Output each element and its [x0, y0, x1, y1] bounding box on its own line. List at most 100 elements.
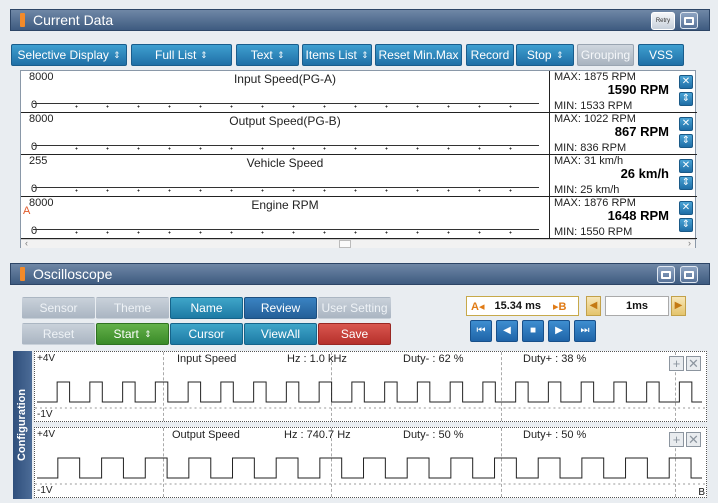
zoom-in-icon[interactable]: + — [669, 356, 684, 371]
scroll-right-icon[interactable]: › — [688, 238, 691, 248]
value-min: MIN: 1550 RPM — [554, 226, 633, 238]
cursor-b-label: ▸B — [552, 300, 567, 313]
osc-button-viewall[interactable]: ViewAll — [244, 323, 317, 345]
osc-button-sensor[interactable]: Sensor — [22, 297, 95, 319]
channel-value-box: MAX: 31 km/h 26 km/h MIN: 25 km/h ✕ ⇕ — [549, 155, 697, 197]
osc-button-label: Save — [340, 327, 369, 341]
osc-button-label: Sensor — [39, 301, 78, 315]
value-current: 1648 RPM — [607, 208, 669, 223]
timescale-decrease-button[interactable]: ◀ — [586, 296, 601, 316]
osc-button-label: User Setting — [321, 301, 388, 315]
value-min: MIN: 836 RPM — [554, 142, 627, 154]
stop-button[interactable]: ■ — [522, 320, 544, 342]
next-frame-button[interactable]: ▶ — [548, 320, 570, 342]
section-marker-icon — [20, 267, 25, 281]
osc-button-user-setting[interactable]: User Setting — [318, 297, 391, 319]
scope-frequency: Hz : 740.7 Hz — [284, 429, 351, 441]
scroll-thumb[interactable] — [339, 240, 351, 248]
oscilloscope-header: Oscilloscope — [10, 263, 710, 285]
zoom-in-icon[interactable]: + — [669, 432, 684, 447]
window-icon — [684, 16, 694, 25]
channel-graph-row[interactable]: 8000 Engine RPM 0 — [21, 197, 549, 239]
split-view-button[interactable] — [657, 266, 675, 283]
last-frame-button[interactable]: ⏭ — [574, 320, 596, 342]
scope-channel[interactable]: +4V -1V Input Speed Hz : 1.0 kHz Duty- : 62 … — [34, 351, 707, 422]
osc-button-reset[interactable]: Reset — [22, 323, 95, 345]
timescale-increase-button[interactable]: ▶ — [671, 296, 686, 316]
osc-button-start[interactable]: Start ⇕ — [96, 323, 169, 345]
cursor-a-label: A◂ — [471, 300, 485, 313]
graph-baseline — [33, 229, 539, 230]
channel-name: Engine RPM — [251, 198, 319, 212]
scope-duty-minus: Duty- : 50 % — [403, 429, 464, 441]
osc-button-theme[interactable]: Theme — [96, 297, 169, 319]
scope-zoom-controls: + ✕ — [669, 432, 701, 447]
retry-button[interactable]: Retry — [651, 12, 675, 30]
osc-button-name[interactable]: Name — [170, 297, 243, 319]
channel-graph-row[interactable]: 8000 Input Speed(PG-A) 0 — [21, 71, 549, 113]
toolbar-button-7[interactable]: Grouping — [577, 44, 634, 66]
scale-min: 0 — [31, 99, 38, 111]
toolbar-button-label: Selective Display — [17, 48, 109, 62]
toolbar-button-5[interactable]: Record — [466, 44, 514, 66]
osc-button-review[interactable]: Review — [244, 297, 317, 319]
close-scope-icon[interactable]: ✕ — [686, 432, 701, 447]
toolbar-button-3[interactable]: Items List ⇕ — [302, 44, 372, 66]
move-channel-icon[interactable]: ⇕ — [679, 134, 693, 148]
scope-channel-name: Output Speed — [172, 429, 240, 441]
current-data-header: Current Data Retry — [10, 9, 710, 31]
close-channel-icon[interactable]: ✕ — [679, 117, 693, 131]
channel-value-box: MAX: 1875 RPM 1590 RPM MIN: 1533 RPM ✕ ⇕ — [549, 71, 697, 113]
osc-button-save[interactable]: Save — [318, 323, 391, 345]
prev-frame-button[interactable]: ◀ — [496, 320, 518, 342]
toolbar-button-0[interactable]: Selective Display ⇕ — [11, 44, 127, 66]
channel-graph-row[interactable]: 8000 Output Speed(PG-B) 0 — [21, 113, 549, 155]
scroll-left-icon[interactable]: ‹ — [25, 238, 28, 248]
move-channel-icon[interactable]: ⇕ — [679, 176, 693, 190]
configuration-tab[interactable]: Configuration — [13, 351, 32, 499]
horizontal-scrollbar[interactable]: ‹ › — [21, 238, 695, 248]
osc-button-label: Review — [260, 301, 301, 315]
maximize-button[interactable] — [680, 12, 698, 29]
scope-frequency: Hz : 1.0 kHz — [287, 353, 347, 365]
first-frame-button[interactable]: ⏮ — [470, 320, 492, 342]
graph-tick-marks — [61, 147, 531, 150]
graph-tick-marks — [61, 231, 531, 234]
move-channel-icon[interactable]: ⇕ — [679, 218, 693, 232]
close-channel-icon[interactable]: ✕ — [679, 201, 693, 215]
toolbar-button-4[interactable]: Reset Min.Max — [375, 44, 462, 66]
osc-button-cursor[interactable]: Cursor — [170, 323, 243, 345]
channel-name: Input Speed(PG-A) — [233, 72, 337, 86]
maximize-button[interactable] — [680, 266, 698, 283]
toolbar-button-6[interactable]: Stop ⇕ — [516, 44, 574, 66]
dropdown-caret-icon: ⇕ — [113, 50, 121, 60]
scope-area: Configuration +4V -1V Input Speed Hz : 1.0 … — [13, 351, 707, 499]
close-channel-icon[interactable]: ✕ — [679, 159, 693, 173]
scale-min: 0 — [31, 225, 38, 237]
value-max: MAX: 31 km/h — [554, 155, 624, 167]
waveform-trace — [35, 457, 706, 485]
toolbar-button-2[interactable]: Text ⇕ — [236, 44, 299, 66]
toolbar-button-8[interactable]: VSS — [638, 44, 684, 66]
cursor-b-marker: B — [698, 487, 705, 498]
osc-button-label: Name — [190, 301, 223, 315]
toolbar-button-label: Items List — [305, 48, 357, 62]
channel-graph-row[interactable]: 255 Vehicle Speed 0 — [21, 155, 549, 197]
close-channel-icon[interactable]: ✕ — [679, 75, 693, 89]
dropdown-caret-icon: ⇕ — [200, 50, 208, 60]
close-scope-icon[interactable]: ✕ — [686, 356, 701, 371]
dropdown-caret-icon: ⇕ — [555, 50, 563, 60]
dropdown-caret-icon: ⇕ — [144, 329, 152, 339]
scope-channel[interactable]: +4V -1V Output Speed Hz : 740.7 Hz Duty- : 5… — [34, 427, 707, 498]
move-channel-icon[interactable]: ⇕ — [679, 92, 693, 106]
toolbar-button-1[interactable]: Full List ⇕ — [131, 44, 232, 66]
channel-value-box: MAX: 1876 RPM 1648 RPM MIN: 1550 RPM ✕ ⇕ — [549, 197, 697, 239]
value-current: 26 km/h — [620, 166, 669, 181]
waveform-path — [36, 457, 703, 479]
graph-tick-marks — [61, 189, 531, 192]
graph-baseline — [33, 187, 539, 188]
toolbar-button-label: VSS — [648, 48, 673, 62]
graph-tick-marks — [61, 105, 531, 108]
graph-baseline — [33, 145, 539, 146]
waveform-path — [36, 381, 703, 403]
